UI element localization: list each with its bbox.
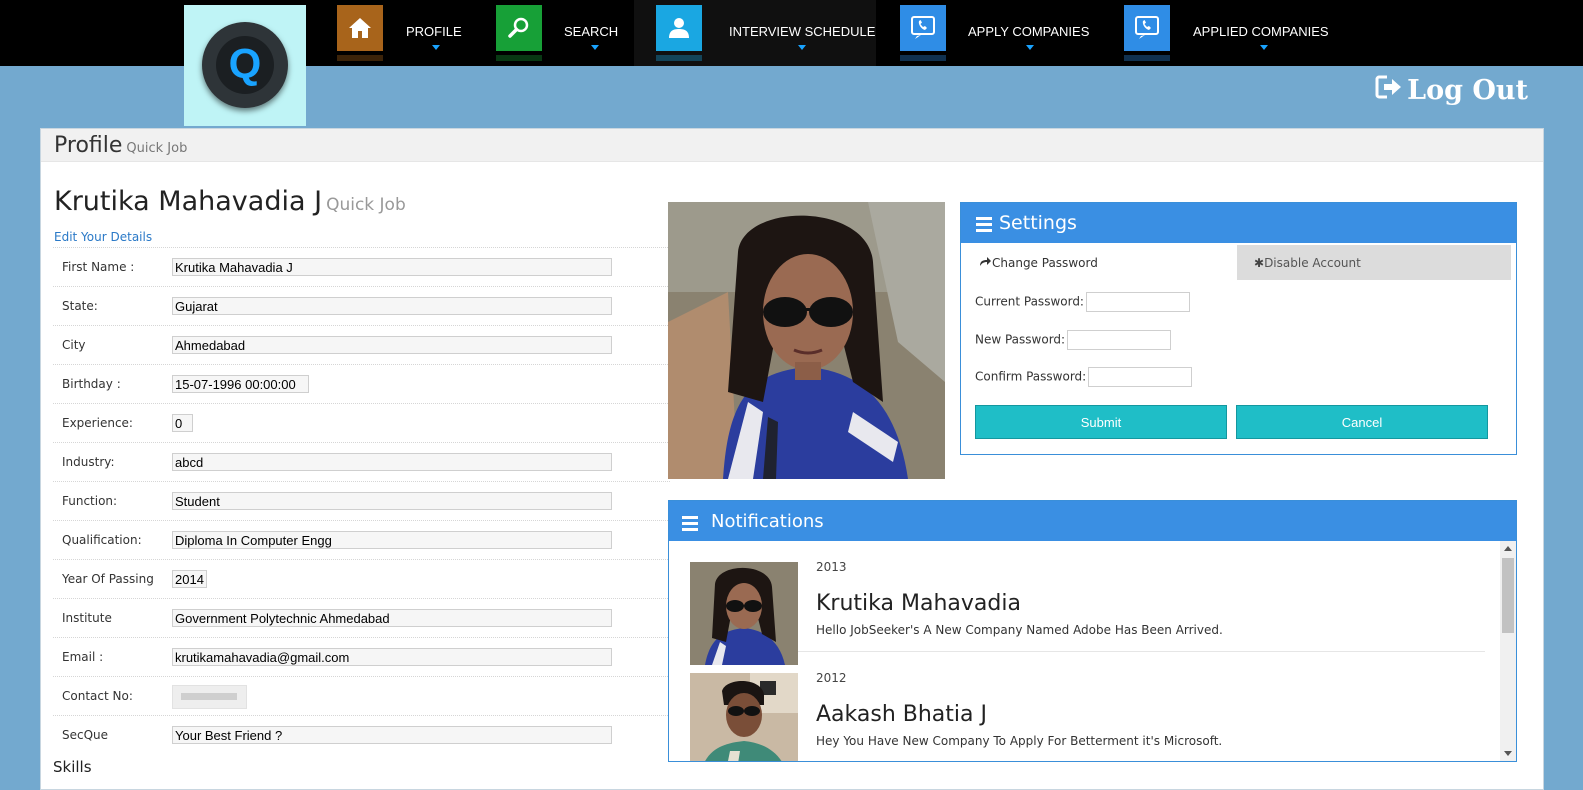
notification-avatar <box>690 562 798 665</box>
nav-label-search: SEARCH <box>564 24 619 39</box>
experience-field[interactable]: 0 <box>172 414 193 432</box>
chevron-down-icon <box>591 45 599 50</box>
new-password-input[interactable] <box>1067 330 1172 350</box>
notification-sender: Krutika Mahavadia <box>816 591 1021 616</box>
qualification-field[interactable]: Diploma In Computer Engg <box>172 531 612 549</box>
settings-title: Settings <box>999 212 1077 234</box>
email-field[interactable]: krutikamahavadia@gmail.com <box>172 648 612 666</box>
notifications-panel: Notifications 2013 Krutika Mahavadia Hel… <box>668 500 1517 762</box>
birthday-field[interactable]: 15-07-1996 00:00:00 <box>172 375 309 393</box>
notification-item[interactable]: 2012 Aakash Bhatia J Hey You Have New Co… <box>690 652 1485 761</box>
contact-number-field-redacted[interactable] <box>172 685 247 709</box>
field-row-birthday: Birthday : 15-07-1996 00:00:00 <box>53 364 670 403</box>
nav-item-interview-schedule[interactable]: INTERVIEW SCHEDULE <box>634 0 876 66</box>
current-password-row: Current Password: <box>975 292 1190 312</box>
notification-message: Hey You Have New Company To Apply For Be… <box>816 734 1223 748</box>
tab-disable-account[interactable]: ✱ Disable Account <box>1237 245 1511 280</box>
notifications-scrollbar[interactable] <box>1500 541 1516 761</box>
state-field[interactable]: Gujarat <box>172 297 612 315</box>
institute-field[interactable]: Government Polytechnic Ahmedabad <box>172 609 612 627</box>
sign-out-icon <box>1375 74 1403 107</box>
current-password-input[interactable] <box>1085 292 1190 312</box>
notification-item[interactable]: 2013 Krutika Mahavadia Hello JobSeeker's… <box>690 541 1485 665</box>
field-row-state: State: Gujarat <box>53 286 670 325</box>
scroll-up-arrow-icon[interactable] <box>1504 546 1512 551</box>
industry-field[interactable]: abcd <box>172 453 612 471</box>
user-icon <box>656 5 702 51</box>
page-title: Profile Quick Job <box>54 133 188 158</box>
submit-button[interactable]: Submit <box>975 405 1227 439</box>
notification-avatar <box>690 673 798 761</box>
nav-item-profile[interactable]: PROFILE <box>337 0 477 66</box>
field-row-first-name: First Name : Krutika Mahavadia J <box>53 247 670 286</box>
chevron-down-icon <box>798 45 806 50</box>
menu-icon <box>976 217 992 235</box>
nav-label-apply-companies: APPLY COMPANIES <box>968 24 1090 39</box>
field-row-qualification: Qualification: Diploma In Computer Engg <box>53 520 670 559</box>
nav-item-applied-companies[interactable]: APPLIED COMPANIES <box>1124 0 1344 66</box>
field-row-city: City Ahmedabad <box>53 325 670 364</box>
notifications-title: Notifications <box>711 511 824 532</box>
notification-sender: Aakash Bhatia J <box>816 702 987 727</box>
confirm-password-input[interactable] <box>1088 367 1193 387</box>
confirm-password-row: Confirm Password: <box>975 367 1193 387</box>
cancel-button[interactable]: Cancel <box>1236 405 1488 439</box>
field-row-email: Email : krutikamahavadia@gmail.com <box>53 637 670 676</box>
scrollbar-thumb[interactable] <box>1502 558 1514 633</box>
phone-icon <box>900 5 946 51</box>
field-row-security-question: SecQue Your Best Friend ? <box>53 715 670 754</box>
field-row-institute: Institute Government Polytechnic Ahmedab… <box>53 598 670 637</box>
chevron-down-icon <box>1260 45 1268 50</box>
year-of-passing-field[interactable]: 2014 <box>172 570 207 588</box>
profile-photo <box>668 202 945 479</box>
page-subtitle: Quick Job <box>126 141 188 156</box>
phone-icon <box>1124 5 1170 51</box>
logo-ring: Q <box>202 22 288 108</box>
home-icon <box>337 5 383 51</box>
notification-year: 2013 <box>816 560 847 574</box>
nav-item-search[interactable]: SEARCH <box>496 0 626 66</box>
tab-change-password[interactable]: Change Password <box>961 245 1237 280</box>
scroll-down-arrow-icon[interactable] <box>1504 751 1512 756</box>
function-field[interactable]: Student <box>172 492 612 510</box>
chevron-down-icon <box>1026 45 1034 50</box>
city-field[interactable]: Ahmedabad <box>172 336 612 354</box>
notifications-header: Notifications <box>669 501 1516 541</box>
logo-letter: Q <box>228 40 262 87</box>
settings-header: Settings <box>961 203 1516 243</box>
nav-label-interview-schedule: INTERVIEW SCHEDULE <box>729 24 876 39</box>
logout-button[interactable]: Log Out <box>1375 74 1528 107</box>
menu-icon <box>682 516 698 534</box>
new-password-row: New Password: <box>975 330 1172 350</box>
field-row-contact-no: Contact No: <box>53 676 670 715</box>
asterisk-icon: ✱ <box>1254 255 1265 270</box>
security-question-field[interactable]: Your Best Friend ? <box>172 726 612 744</box>
notification-year: 2012 <box>816 671 847 685</box>
field-row-industry: Industry: abcd <box>53 442 670 481</box>
notification-message: Hello JobSeeker's A New Company Named Ad… <box>816 623 1223 637</box>
first-name-field[interactable]: Krutika Mahavadia J <box>172 258 612 276</box>
chevron-down-icon <box>432 45 440 50</box>
settings-panel: Settings Change Password ✱ Disable Accou… <box>960 202 1517 455</box>
nav-item-apply-companies[interactable]: APPLY COMPANIES <box>900 0 1100 66</box>
edit-details-link[interactable]: Edit Your Details <box>54 230 152 244</box>
nav-label-applied-companies: APPLIED COMPANIES <box>1193 24 1329 39</box>
logout-label: Log Out <box>1407 75 1528 106</box>
profile-name-subtitle: Quick Job <box>326 195 406 215</box>
profile-details-form: First Name : Krutika Mahavadia J State: … <box>53 247 670 754</box>
skills-heading: Skills <box>53 758 92 776</box>
share-arrow-icon <box>979 256 991 270</box>
panel-header: Profile Quick Job <box>41 129 1543 162</box>
field-row-experience: Experience: 0 <box>53 403 670 442</box>
field-row-function: Function: Student <box>53 481 670 520</box>
profile-name: Krutika Mahavadia J Quick Job <box>54 186 406 217</box>
site-logo[interactable]: Q <box>184 5 306 126</box>
search-icon <box>496 5 542 51</box>
field-row-year-of-passing: Year Of Passing 2014 <box>53 559 670 598</box>
nav-label-profile: PROFILE <box>406 24 462 39</box>
